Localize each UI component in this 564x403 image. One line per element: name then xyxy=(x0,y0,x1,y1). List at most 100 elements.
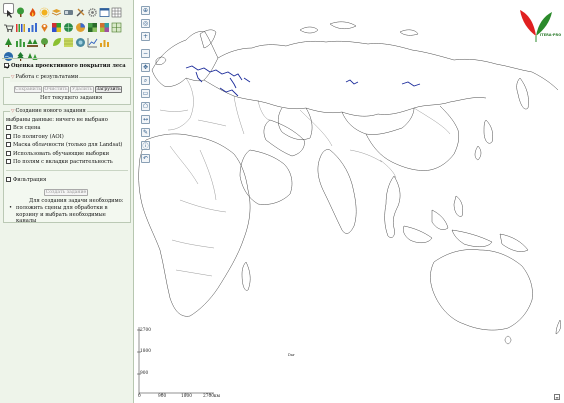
delete-button[interactable]: Удалить xyxy=(70,86,94,93)
forest-icon[interactable] xyxy=(27,33,38,47)
gear-icon[interactable] xyxy=(87,3,98,17)
palette-icon[interactable] xyxy=(51,18,62,32)
new-task-legend-label: Создание нового задания xyxy=(15,108,86,114)
tree-small-icon[interactable] xyxy=(3,33,14,47)
leaf-icon[interactable] xyxy=(51,33,62,46)
assessment-heading[interactable]: Оценка проективного покрытия леса xyxy=(4,63,126,70)
window-icon[interactable] xyxy=(99,3,110,17)
option-checkbox[interactable] xyxy=(6,133,11,139)
option-label: Вся сцена xyxy=(13,125,41,131)
tools-icon[interactable] xyxy=(75,3,86,17)
collapse-triangle-icon: ▽ xyxy=(11,109,15,114)
option-polygon-aoi[interactable]: По полигону (AOI) xyxy=(6,133,122,143)
info-icon[interactable]: ⓘ xyxy=(141,141,150,150)
layers-icon[interactable] xyxy=(51,3,62,16)
new-task-group: ▽Создание нового задания выбраны данные:… xyxy=(3,108,131,225)
app-window: Оценка проективного покрытия леса ▽Работ… xyxy=(0,0,564,403)
tree-map-icon[interactable] xyxy=(39,33,50,47)
logo-text: ITERA-PRO xyxy=(540,33,562,37)
option-cloud-mask[interactable]: Маска облачности (только для Landsat) xyxy=(6,142,122,151)
map-corner-toggle[interactable]: ≡ xyxy=(554,394,560,400)
map-view[interactable]: 2700 1800 900 0 900 1800 2700км Dar xyxy=(134,0,564,403)
globe-view-icon[interactable]: ◎ xyxy=(141,19,150,28)
option-vegetation-fields[interactable]: По полям с вкладки растительность xyxy=(6,159,122,168)
tree-green-icon[interactable] xyxy=(15,3,26,17)
collapse-triangle-icon: ▽ xyxy=(11,75,15,80)
option-checkbox[interactable] xyxy=(6,125,11,130)
filter-checkbox[interactable] xyxy=(6,177,11,182)
satellite-icon[interactable] xyxy=(63,3,74,15)
option-checkbox[interactable] xyxy=(6,159,11,164)
mosaic-icon[interactable] xyxy=(99,18,110,32)
graph-icon[interactable] xyxy=(87,33,98,48)
option-label: По полигону (AOI) xyxy=(13,133,64,140)
results-legend-label: Работа с результатами xyxy=(15,74,79,80)
cursor-icon[interactable] xyxy=(3,3,14,18)
option-checkbox[interactable] xyxy=(6,142,11,147)
globe-icon[interactable] xyxy=(63,18,74,32)
undo-icon[interactable]: ↶ xyxy=(141,154,150,163)
pie-icon[interactable] xyxy=(75,18,86,32)
map-place-label: Dar xyxy=(288,353,295,357)
scale-v-label-2: 900 xyxy=(140,371,149,376)
search-icon[interactable]: ⌕ xyxy=(141,76,150,85)
toolbar xyxy=(3,2,131,61)
option-whole-scene[interactable]: Вся сцена xyxy=(6,125,122,134)
option-label: По полям с вкладки растительность xyxy=(13,159,113,165)
zoom-extent-icon[interactable]: ⊕ xyxy=(141,6,150,15)
map-canvas[interactable] xyxy=(134,0,564,403)
left-panel: Оценка проективного покрытия леса ▽Работ… xyxy=(0,0,134,403)
option-label: Использовать обучающие выборки xyxy=(13,150,110,157)
measure-icon[interactable]: ↔ xyxy=(141,115,150,124)
scale-v-label-1: 1800 xyxy=(140,349,151,354)
bars-icon[interactable] xyxy=(15,18,26,32)
scale-h-label-0: 0 xyxy=(138,394,141,399)
table-icon[interactable] xyxy=(111,18,122,33)
water-icon[interactable] xyxy=(3,47,14,61)
results-group: ▽Работа с результатами Сохранить Очистит… xyxy=(3,74,131,105)
raster-icon[interactable] xyxy=(87,18,98,32)
results-legend[interactable]: ▽Работа с результатами xyxy=(10,74,80,82)
filter-option[interactable]: Фильтрация xyxy=(6,177,46,184)
requirements-title: Для создания задачи необходимо: xyxy=(29,198,124,204)
select-icon[interactable]: ▭ xyxy=(141,89,150,98)
selected-data-text: выбраны данные: ничего не выбрано xyxy=(6,117,108,123)
crop-icon[interactable] xyxy=(63,33,74,47)
company-logo xyxy=(520,10,552,42)
tree-pine-icon[interactable] xyxy=(15,47,26,61)
fire-icon[interactable] xyxy=(27,3,38,17)
chart-icon[interactable] xyxy=(27,18,38,32)
clear-button[interactable]: Очистить xyxy=(43,86,69,93)
option-checkbox[interactable] xyxy=(6,150,11,156)
requirements-item: • положить сцены для обработки в корзину… xyxy=(9,205,124,225)
option-training-samples[interactable]: Использовать обучающие выборки xyxy=(6,150,122,160)
field-icon[interactable] xyxy=(75,33,86,47)
sun-icon[interactable] xyxy=(39,3,50,18)
toolbar-divider xyxy=(2,58,132,59)
cart-icon[interactable] xyxy=(3,18,14,32)
requirements-item-text: положить сцены для обработки в корзину и… xyxy=(16,205,108,224)
new-task-legend[interactable]: ▽Создание нового задания xyxy=(10,108,87,116)
scale-h-label-1: 900 xyxy=(158,394,167,399)
zoom-in-icon[interactable]: + xyxy=(141,32,150,41)
save-button[interactable]: Сохранить xyxy=(14,86,42,93)
trees-icon[interactable] xyxy=(27,47,38,60)
zoom-out-icon[interactable]: − xyxy=(141,49,150,58)
task-options-list: Вся сцена По полигону (AOI) Маска облачн… xyxy=(6,125,122,168)
assessment-title: Оценка проективного покрытия леса xyxy=(11,63,126,69)
scale-h-label-2: 1800 xyxy=(181,394,192,399)
scale-v-label-0: 2700 xyxy=(140,328,151,333)
pin-icon[interactable] xyxy=(39,18,50,32)
bullet: • xyxy=(9,205,13,211)
bar-graph-icon[interactable] xyxy=(99,33,110,47)
create-task-button[interactable]: Создать задание xyxy=(44,189,88,196)
draw-icon[interactable]: ✎ xyxy=(141,128,150,137)
assessment-checkbox[interactable] xyxy=(4,63,9,68)
filter-label: Фильтрация xyxy=(13,177,47,183)
pan-icon[interactable]: ✥ xyxy=(141,63,150,72)
scale-h-label-3: 2700км xyxy=(203,394,220,399)
forest-bars-icon[interactable] xyxy=(15,33,26,47)
grid-view-icon[interactable] xyxy=(111,3,122,18)
load-button[interactable]: Загрузить xyxy=(95,86,122,93)
polygon-icon[interactable]: ⬠ xyxy=(141,102,150,111)
